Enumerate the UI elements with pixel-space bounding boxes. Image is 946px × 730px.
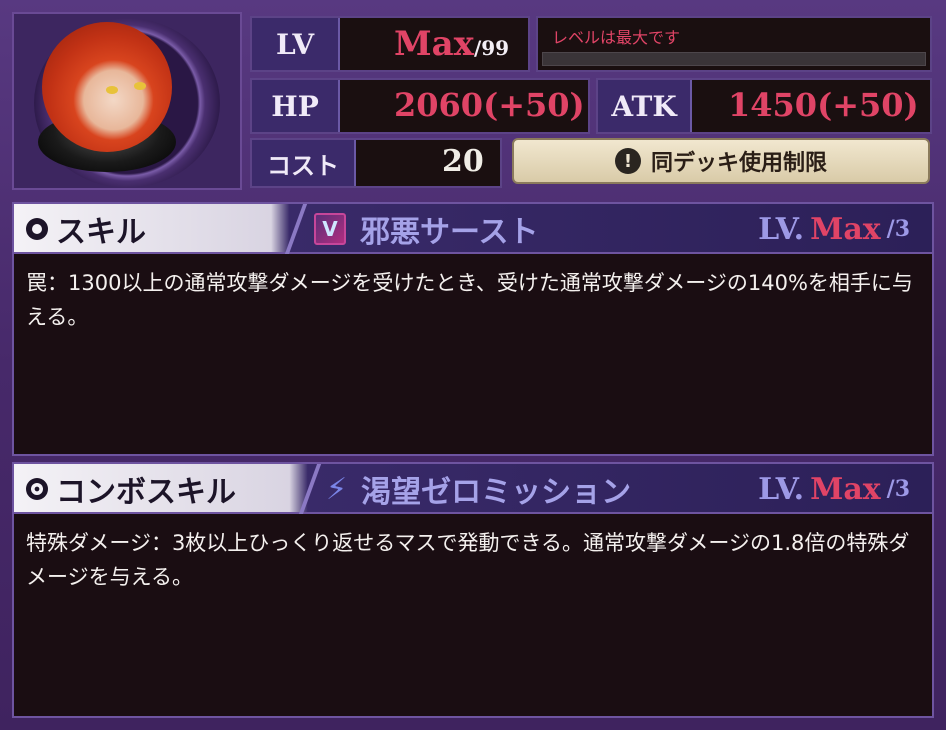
level-row: LV Max/99 — [250, 16, 530, 72]
level-label: LV — [252, 18, 340, 70]
deck-limit-label: 同デッキ使用制限 — [650, 151, 827, 176]
hp-row: HP 2060(+50) — [250, 78, 590, 134]
combo-lv-value: Max — [810, 471, 881, 507]
character-status-panel: LV Max/99 レベルは最大です HP 2060(+50) ATK 1450… — [0, 0, 946, 730]
exclamation-icon: ! — [614, 148, 641, 174]
level-value: Max/99 — [394, 24, 509, 64]
skill-lv-label: LV. — [758, 211, 805, 247]
level-value-text: Max — [394, 24, 474, 64]
lightning-icon: ⚡ — [326, 471, 348, 507]
atk-value: 1450(+50) — [728, 86, 919, 124]
bullet-icon — [26, 218, 48, 240]
header-divider — [290, 464, 330, 514]
combo-header: コンボスキル ⚡ 渇望ゼロミッション LV. Max /3 — [14, 464, 932, 514]
combo-skill-name: 渇望ゼロミッション — [361, 475, 632, 510]
skill-section: スキル — [14, 204, 146, 254]
skill-lv-max: /3 — [886, 216, 910, 242]
skill-name-group[interactable]: V 邪悪サースト — [314, 204, 539, 254]
level-note-box: レベルは最大です — [536, 16, 932, 72]
header-divider — [276, 204, 316, 254]
combo-lv-max: /3 — [886, 476, 910, 502]
atk-row: ATK 1450(+50) — [596, 78, 932, 134]
skill-lv-value: Max — [810, 211, 881, 247]
cost-value: 20 — [442, 144, 484, 179]
skill-description: 罠：1300以上の通常攻撃ダメージを受けたとき、受けた通常攻撃ダメージの140%… — [26, 271, 913, 329]
trap-icon: V — [314, 213, 346, 245]
level-note: レベルは最大です — [552, 28, 681, 47]
combo-section: コンボスキル — [14, 464, 236, 514]
hp-label: HP — [252, 80, 340, 132]
skill-panel: スキル V 邪悪サースト LV. Max /3 罠：1300以上の通常攻撃ダメー… — [12, 202, 934, 456]
eye-icon — [134, 82, 146, 90]
eye-icon — [106, 86, 118, 94]
cost-row: コスト 20 — [250, 138, 502, 188]
combo-section-title: コンボスキル — [56, 475, 236, 510]
combo-lv-label: LV. — [758, 471, 805, 507]
combo-name-group[interactable]: ⚡ 渇望ゼロミッション — [326, 464, 631, 514]
skill-section-title: スキル — [56, 215, 146, 250]
hp-value: 2060(+50) — [394, 86, 585, 124]
atk-label: ATK — [598, 80, 692, 132]
skill-name: 邪悪サースト — [360, 215, 539, 250]
skill-level: LV. Max /3 — [758, 204, 910, 254]
exp-bar — [542, 52, 926, 66]
deck-limit-button[interactable]: ! 同デッキ使用制限 — [512, 138, 930, 184]
character-portrait[interactable] — [42, 22, 172, 152]
portrait-frame — [12, 12, 242, 190]
combo-skill-panel: コンボスキル ⚡ 渇望ゼロミッション LV. Max /3 特殊ダメージ：3枚以… — [12, 462, 934, 718]
combo-description: 特殊ダメージ：3枚以上ひっくり返せるマスで発動できる。通常攻撃ダメージの1.8倍… — [26, 531, 910, 589]
combo-level: LV. Max /3 — [758, 464, 910, 514]
combo-bullet-icon — [26, 478, 48, 500]
skill-header: スキル V 邪悪サースト LV. Max /3 — [14, 204, 932, 254]
cost-label: コスト — [252, 140, 356, 186]
level-max: /99 — [473, 36, 510, 60]
